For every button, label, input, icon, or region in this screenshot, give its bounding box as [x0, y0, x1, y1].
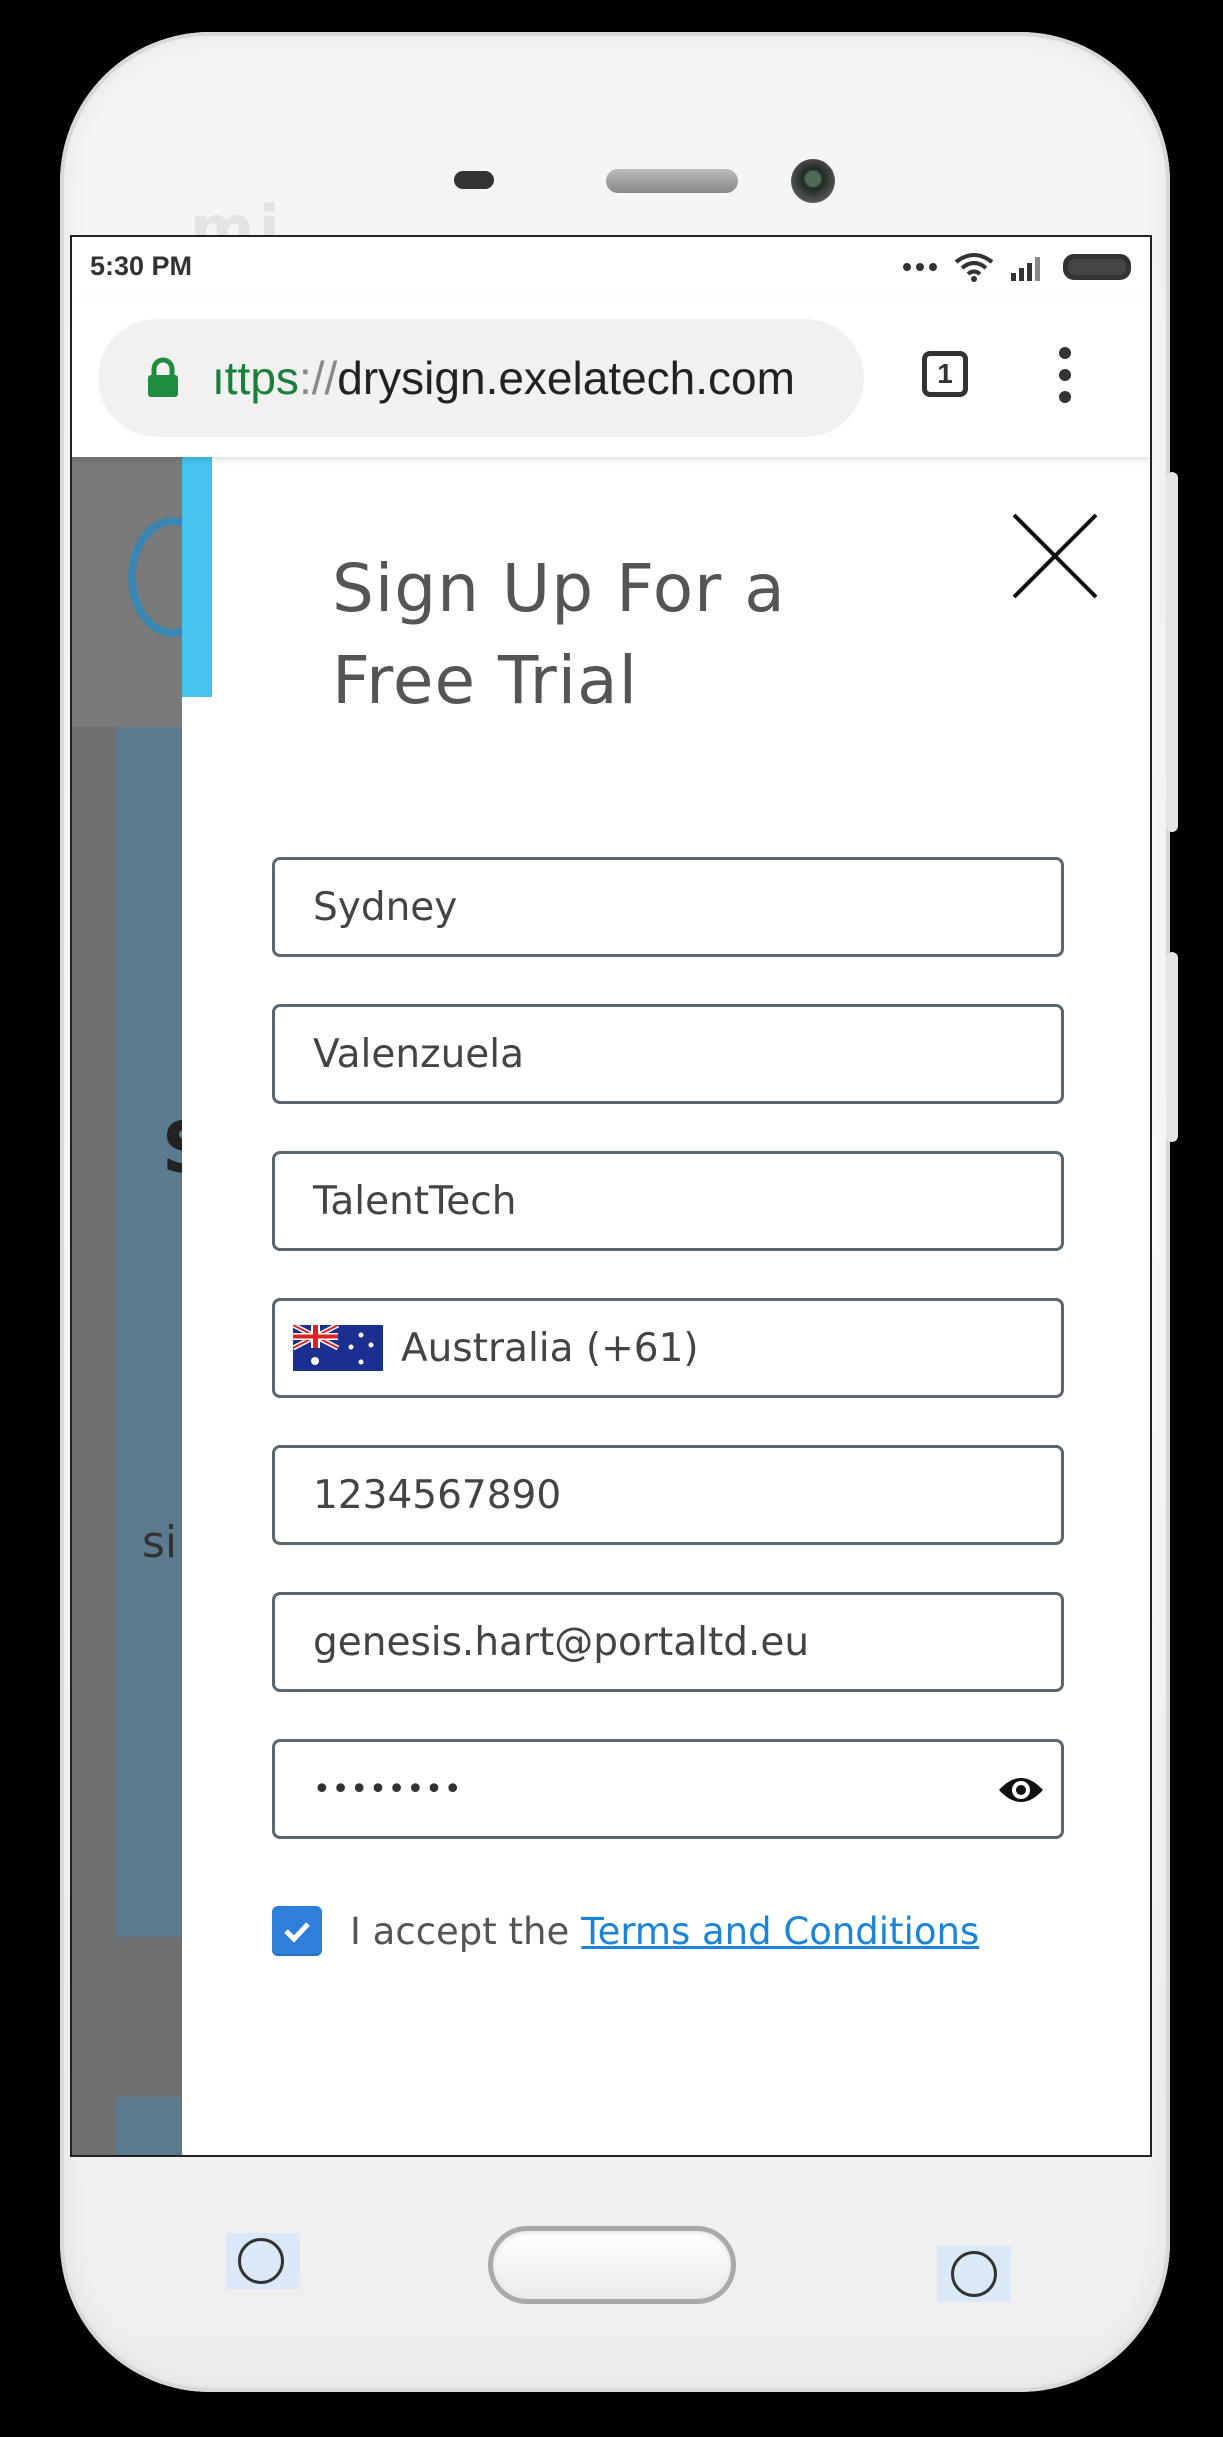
- battery-icon: [1063, 254, 1131, 280]
- background-panel: [116, 2097, 182, 2155]
- phone-value: 1234567890: [313, 1472, 562, 1518]
- terms-row: I accept the Terms and Conditions: [272, 1905, 979, 1957]
- first-name-value: Sydney: [313, 884, 458, 930]
- modal-title: Sign Up For a Free Trial: [332, 543, 932, 727]
- lock-icon: [148, 357, 178, 397]
- phone-screen: 5:30 PM ıttps://drysign.exelatech.com 1 …: [70, 235, 1152, 2157]
- checkmark-icon: [284, 1922, 310, 1943]
- password-input[interactable]: ••••••••: [272, 1739, 1064, 1839]
- terms-checkbox[interactable]: [272, 1906, 322, 1956]
- recents-button[interactable]: [951, 2251, 997, 2297]
- first-name-input[interactable]: Sydney: [272, 857, 1064, 957]
- terms-link[interactable]: Terms and Conditions: [581, 1910, 979, 1953]
- email-value: genesis.hart@portaltd.eu: [313, 1619, 810, 1665]
- close-icon[interactable]: [1010, 511, 1100, 601]
- status-bar: 5:30 PM: [72, 237, 1150, 297]
- url-host: drysign.exelatech.com: [337, 352, 795, 404]
- title-line-2: Free Trial: [332, 642, 638, 719]
- earpiece-speaker: [606, 169, 738, 193]
- url-bar[interactable]: ıttps://drysign.exelatech.com: [98, 319, 864, 437]
- status-icons: [902, 251, 1136, 283]
- back-button[interactable]: [238, 2238, 284, 2284]
- company-value: TalentTech: [313, 1178, 517, 1224]
- url-scheme: ıttps: [212, 352, 299, 404]
- australia-flag-icon: [293, 1325, 383, 1371]
- signal-icon: [1011, 257, 1040, 281]
- background-hero-panel: [116, 727, 182, 1937]
- proximity-sensor: [454, 171, 494, 189]
- wifi-icon: [954, 253, 994, 282]
- tab-switcher-button[interactable]: 1: [922, 351, 968, 397]
- terms-prefix: I accept the: [350, 1909, 570, 1953]
- title-line-1: Sign Up For a: [332, 550, 786, 627]
- volume-button: [1166, 472, 1178, 832]
- power-button: [1166, 952, 1178, 1142]
- country-select[interactable]: Australia (+61): [272, 1298, 1064, 1398]
- country-value: Australia (+61): [401, 1325, 699, 1371]
- signup-modal: Sign Up For a Free Trial Sydney Valenzue…: [182, 457, 1150, 2155]
- email-input[interactable]: genesis.hart@portaltd.eu: [272, 1592, 1064, 1692]
- home-button[interactable]: [488, 2226, 736, 2304]
- last-name-input[interactable]: Valenzuela: [272, 1004, 1064, 1104]
- overflow-menu-icon[interactable]: [1058, 347, 1072, 403]
- show-password-eye-icon[interactable]: [997, 1772, 1045, 1808]
- url-separator: ://: [298, 352, 338, 404]
- password-value: ••••••••: [313, 1771, 463, 1807]
- more-dots-icon: [903, 263, 937, 271]
- front-camera: [791, 159, 835, 203]
- browser-toolbar: ıttps://drysign.exelatech.com 1: [72, 297, 1150, 457]
- company-input[interactable]: TalentTech: [272, 1151, 1064, 1251]
- last-name-value: Valenzuela: [313, 1031, 525, 1077]
- phone-input[interactable]: 1234567890: [272, 1445, 1064, 1545]
- status-time: 5:30 PM: [90, 251, 193, 281]
- accent-bar: [182, 457, 212, 697]
- url-text: ıttps://drysign.exelatech.com: [212, 351, 795, 405]
- background-text: si: [142, 1517, 178, 1568]
